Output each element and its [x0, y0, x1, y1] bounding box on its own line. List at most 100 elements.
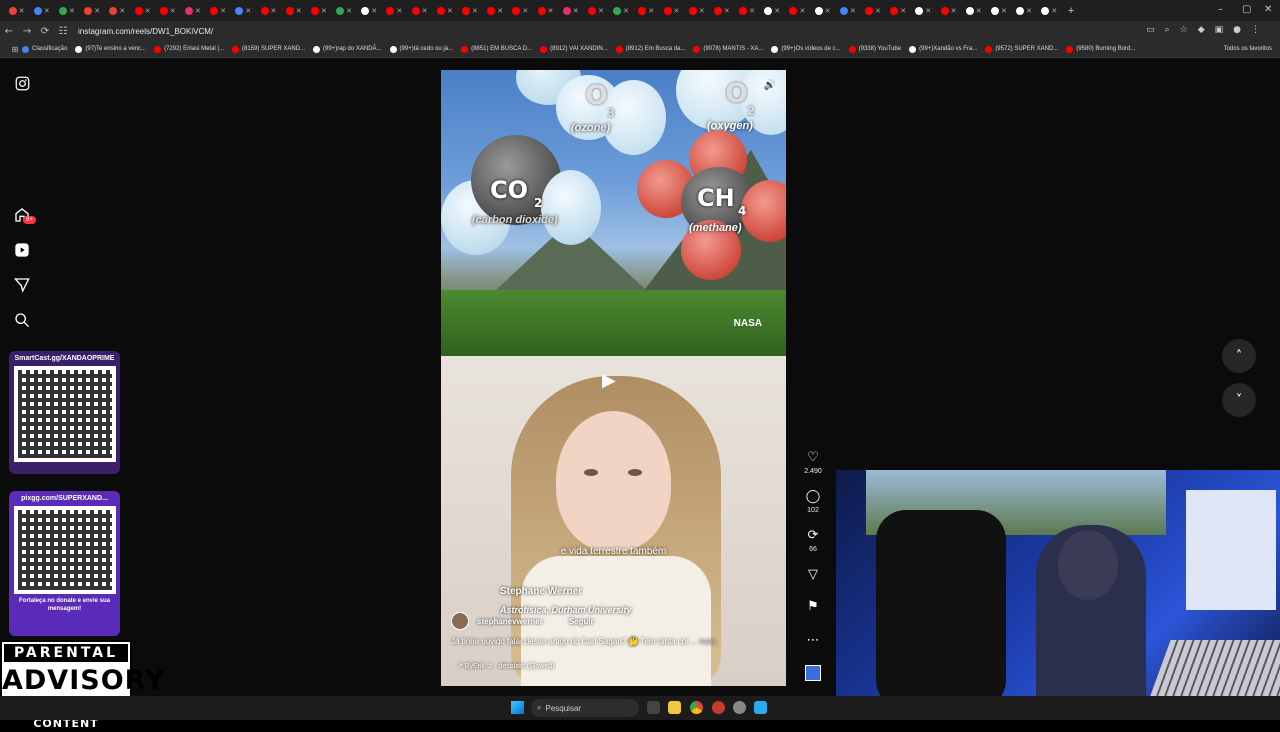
browser-tab[interactable]: ✕	[936, 2, 961, 20]
forward-icon[interactable]: →	[18, 26, 36, 37]
close-tab-icon[interactable]: ✕	[371, 7, 377, 15]
apps-grid-icon[interactable]: ⊞	[8, 45, 22, 54]
play-icon[interactable]: ▶	[602, 370, 626, 394]
close-tab-icon[interactable]: ✕	[447, 7, 453, 15]
close-tab-icon[interactable]: ✕	[548, 7, 554, 15]
browser-tab[interactable]: ✕	[760, 2, 785, 20]
minimize-icon[interactable]: –	[1218, 4, 1223, 15]
next-reel-button[interactable]: ˅	[1222, 383, 1256, 417]
follow-button[interactable]: Seguir	[569, 617, 594, 626]
browser-tab[interactable]: ✕	[583, 2, 608, 20]
close-tab-icon[interactable]: ✕	[1051, 7, 1057, 15]
close-tab-icon[interactable]: ✕	[1001, 7, 1007, 15]
close-tab-icon[interactable]: ✕	[396, 7, 402, 15]
close-tab-icon[interactable]: ✕	[648, 7, 654, 15]
browser-tab[interactable]: ✕	[634, 2, 659, 20]
close-tab-icon[interactable]: ✕	[749, 7, 755, 15]
browser-tab[interactable]: ✕	[886, 2, 911, 20]
browser-tab[interactable]: ✕	[382, 2, 407, 20]
comment-icon[interactable]: ◯	[806, 489, 821, 505]
browser-tab[interactable]: ✕	[659, 2, 684, 20]
close-tab-icon[interactable]: ✕	[119, 7, 125, 15]
close-tab-icon[interactable]: ✕	[296, 7, 302, 15]
close-tab-icon[interactable]: ✕	[724, 7, 730, 15]
reels-icon[interactable]	[10, 238, 34, 262]
close-window-icon[interactable]: ✕	[1264, 4, 1272, 15]
browser-tab[interactable]: ✕	[80, 2, 105, 20]
settings-icon[interactable]	[733, 701, 746, 714]
browser-tab[interactable]: ✕	[835, 2, 860, 20]
browser-tab[interactable]: ✕	[206, 2, 231, 20]
close-tab-icon[interactable]: ✕	[220, 7, 226, 15]
more-link[interactable]: ... mais	[690, 637, 716, 646]
bookmark-item[interactable]: (99+)Xandão vs Fra...	[909, 45, 977, 53]
bookmark-item[interactable]: (99+)tá cedo ou já...	[389, 45, 453, 53]
close-tab-icon[interactable]: ✕	[195, 7, 201, 15]
browser-tab[interactable]: ✕	[130, 2, 155, 20]
close-tab-icon[interactable]: ✕	[674, 7, 680, 15]
audio-thumbnail[interactable]	[805, 665, 821, 681]
app-icon[interactable]	[712, 701, 725, 714]
bookmark-item[interactable]: (9572) SUPER XAND...	[985, 45, 1058, 53]
close-tab-icon[interactable]: ✕	[850, 7, 856, 15]
close-tab-icon[interactable]: ✕	[976, 7, 982, 15]
extensions-puzzle-icon[interactable]: ▣	[1215, 25, 1224, 35]
browser-tab[interactable]: ✕	[306, 2, 331, 20]
taskbar-search[interactable]: ⌕ Pesquisar	[531, 699, 639, 717]
bookmark-item[interactable]: (9338) YouTube	[848, 45, 901, 53]
close-tab-icon[interactable]: ✕	[245, 7, 251, 15]
previous-reel-button[interactable]: ˄	[1222, 339, 1256, 373]
browser-tab[interactable]: ✕	[1012, 2, 1037, 20]
close-tab-icon[interactable]: ✕	[573, 7, 579, 15]
browser-tab[interactable]: ✕	[508, 2, 533, 20]
close-tab-icon[interactable]: ✕	[346, 7, 352, 15]
browser-tab[interactable]: ✕	[734, 2, 759, 20]
author-avatar[interactable]	[451, 612, 469, 630]
browser-tab[interactable]: ✕	[105, 2, 130, 20]
browser-tab[interactable]: ✕	[180, 2, 205, 20]
more-options-icon[interactable]: ⋯	[807, 633, 820, 649]
browser-tab[interactable]: ✕	[1037, 2, 1062, 20]
profile-avatar[interactable]: ●	[1233, 25, 1241, 35]
task-view-icon[interactable]	[647, 701, 660, 714]
repost-icon[interactable]: ⟳	[808, 528, 819, 544]
browser-tab[interactable]: ✕	[331, 2, 356, 20]
reload-icon[interactable]: ⟳	[36, 26, 54, 37]
url-field[interactable]: instagram.com/reels/DW1_BOKiVCM/	[78, 27, 213, 36]
close-tab-icon[interactable]: ✕	[799, 7, 805, 15]
close-tab-icon[interactable]: ✕	[774, 7, 780, 15]
browser-tab[interactable]: ✕	[29, 2, 54, 20]
extension-icon[interactable]: ◆	[1198, 25, 1205, 35]
close-tab-icon[interactable]: ✕	[94, 7, 100, 15]
bookmark-item[interactable]: (7292) Enlasi Metal |...	[154, 45, 224, 53]
browser-tab[interactable]: ✕	[986, 2, 1011, 20]
browser-tab[interactable]: ✕	[407, 2, 432, 20]
bookmark-item[interactable]: Classificação	[22, 45, 67, 53]
bookmark-item[interactable]: (9078) MANTIS - XA...	[693, 45, 763, 53]
file-explorer-icon[interactable]	[668, 701, 681, 714]
close-tab-icon[interactable]: ✕	[951, 7, 957, 15]
site-info-icon[interactable]: ☷	[54, 26, 72, 37]
close-tab-icon[interactable]: ✕	[170, 7, 176, 15]
author-username[interactable]: stephanevwerner	[477, 617, 543, 626]
browser-tab[interactable]: ✕	[357, 2, 382, 20]
back-icon[interactable]: ←	[0, 26, 18, 37]
mute-toggle-icon[interactable]: 🔊	[764, 80, 776, 91]
close-tab-icon[interactable]: ✕	[699, 7, 705, 15]
close-tab-icon[interactable]: ✕	[623, 7, 629, 15]
share-icon[interactable]: ▽	[808, 567, 818, 583]
close-tab-icon[interactable]: ✕	[825, 7, 831, 15]
instagram-logo-icon[interactable]	[10, 71, 34, 95]
browser-tab[interactable]: ✕	[54, 2, 79, 20]
cast-icon[interactable]: ▭	[1146, 25, 1155, 35]
bookmark-item[interactable]: (8912) VAI XANDIN...	[540, 45, 608, 53]
chrome-icon[interactable]	[690, 701, 703, 714]
browser-tab[interactable]: ✕	[483, 2, 508, 20]
browser-tab[interactable]: ✕	[432, 2, 457, 20]
browser-tab[interactable]: ✕	[155, 2, 180, 20]
close-tab-icon[interactable]: ✕	[44, 7, 50, 15]
new-tab-button[interactable]: +	[1068, 5, 1074, 17]
close-tab-icon[interactable]: ✕	[925, 7, 931, 15]
close-tab-icon[interactable]: ✕	[598, 7, 604, 15]
browser-tab[interactable]: ✕	[281, 2, 306, 20]
